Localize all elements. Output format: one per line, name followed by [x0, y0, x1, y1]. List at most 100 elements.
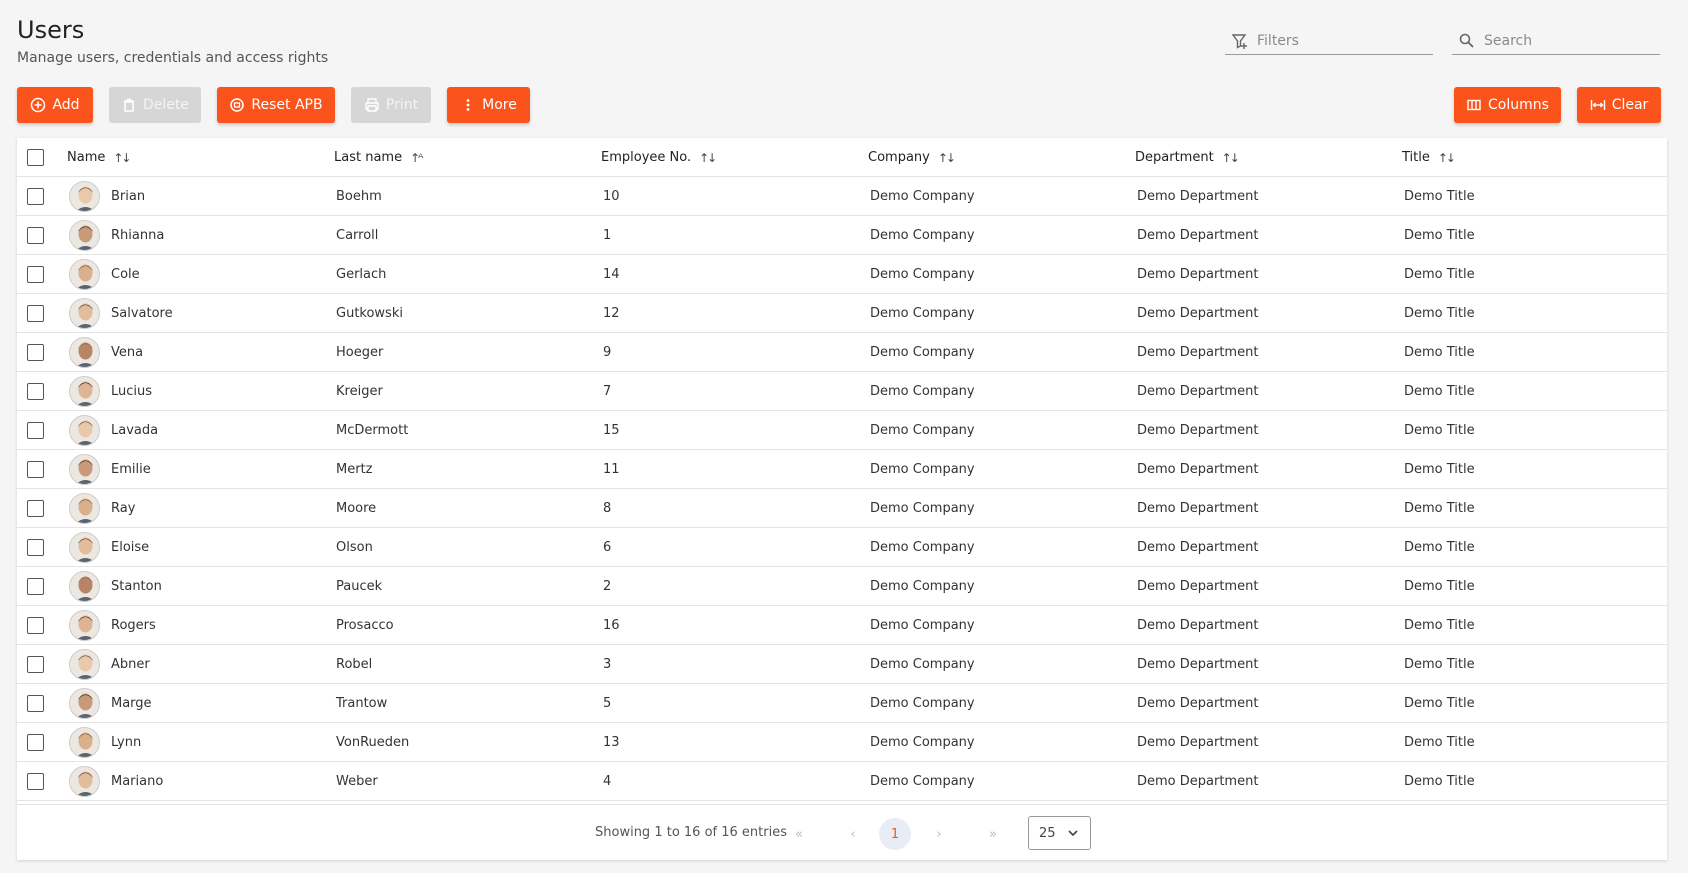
- cell-department: Demo Department: [1137, 774, 1259, 789]
- entries-summary: Showing 1 to 16 of 16 entries: [595, 825, 787, 840]
- avatar: [69, 688, 100, 719]
- table-row[interactable]: Cole Gerlach 14 Demo Company Demo Department…: [17, 255, 1667, 294]
- cell-title: Demo Title: [1404, 579, 1475, 594]
- sort-ascending-icon: ↑ᴬ: [410, 150, 423, 165]
- cell-last-name: Hoeger: [336, 345, 384, 360]
- sort-icon: ↑↓: [1221, 150, 1240, 165]
- row-checkbox[interactable]: [27, 500, 44, 517]
- avatar: [69, 415, 100, 446]
- table-row[interactable]: Stanton Paucek 2 Demo Company Demo Departmen…: [17, 567, 1667, 606]
- column-header-label: Department: [1135, 150, 1214, 165]
- column-header-name[interactable]: Name ↑↓: [67, 138, 131, 177]
- reset-apb-button[interactable]: Reset APB: [217, 87, 335, 123]
- row-checkbox[interactable]: [27, 773, 44, 790]
- table-row[interactable]: Ray Moore 8 Demo Company Demo Department Demo…: [17, 489, 1667, 528]
- printer-icon: [365, 98, 379, 112]
- cell-last-name: Moore: [336, 501, 377, 516]
- cell-department: Demo Department: [1137, 501, 1259, 516]
- cell-title: Demo Title: [1404, 657, 1475, 672]
- filters-field[interactable]: [1225, 27, 1433, 55]
- cell-title: Demo Title: [1404, 540, 1475, 555]
- column-header-last-name[interactable]: Last name ↑ᴬ: [334, 138, 423, 177]
- sort-icon: ↑↓: [113, 150, 131, 165]
- cell-first-name: Stanton: [111, 579, 162, 594]
- row-checkbox[interactable]: [27, 695, 44, 712]
- column-header-title[interactable]: Title ↑↓: [1402, 138, 1456, 177]
- filters-input[interactable]: [1257, 32, 1427, 49]
- row-checkbox[interactable]: [27, 227, 44, 244]
- table-row[interactable]: Vena Hoeger 9 Demo Company Demo Department De…: [17, 333, 1667, 372]
- cell-employee-no: 7: [603, 384, 612, 399]
- row-checkbox[interactable]: [27, 734, 44, 751]
- sort-icon: ↑↓: [699, 150, 717, 165]
- page-size-select[interactable]: 25: [1028, 816, 1091, 850]
- delete-button[interactable]: Delete: [109, 87, 201, 123]
- page-size-value: 25: [1039, 825, 1056, 841]
- cell-department: Demo Department: [1137, 345, 1259, 360]
- cell-last-name: Carroll: [336, 228, 379, 243]
- table-row[interactable]: Lucius Kreiger 7 Demo Company Demo Departmen…: [17, 372, 1667, 411]
- select-all-checkbox[interactable]: [27, 149, 44, 166]
- cell-last-name: Trantow: [336, 696, 388, 711]
- table-row[interactable]: Emilie Mertz 11 Demo Company Demo Department…: [17, 450, 1667, 489]
- table-row[interactable]: Rogers Prosacco 16 Demo Company Demo Departm…: [17, 606, 1667, 645]
- clear-button[interactable]: Clear: [1577, 87, 1661, 123]
- row-checkbox[interactable]: [27, 422, 44, 439]
- next-page-button[interactable]: ›: [923, 818, 955, 850]
- table-row[interactable]: Rhianna Carroll 1 Demo Company Demo Departme…: [17, 216, 1667, 255]
- column-header-employee-no[interactable]: Employee No. ↑↓: [601, 138, 717, 177]
- table-row[interactable]: Mariano Weber 4 Demo Company Demo Department…: [17, 762, 1667, 801]
- table-row[interactable]: Abner Robel 3 Demo Company Demo Department De…: [17, 645, 1667, 684]
- cell-last-name: VonRueden: [336, 735, 410, 750]
- cell-first-name: Lucius: [111, 384, 153, 399]
- row-checkbox[interactable]: [27, 344, 44, 361]
- last-page-button[interactable]: »: [977, 818, 1009, 850]
- row-checkbox[interactable]: [27, 305, 44, 322]
- table-row[interactable]: Salvatore Gutkowski 12 Demo Company Demo Dep…: [17, 294, 1667, 333]
- avatar: [69, 298, 100, 329]
- columns-button[interactable]: Columns: [1454, 87, 1561, 123]
- avatar: [69, 610, 100, 641]
- search-input[interactable]: [1484, 32, 1654, 49]
- row-checkbox[interactable]: [27, 383, 44, 400]
- row-checkbox[interactable]: [27, 578, 44, 595]
- trash-icon: [124, 98, 134, 112]
- cell-employee-no: 15: [603, 423, 620, 438]
- cell-last-name: Mertz: [336, 462, 373, 477]
- column-header-label: Employee No.: [601, 150, 692, 165]
- cell-department: Demo Department: [1137, 189, 1259, 204]
- row-checkbox[interactable]: [27, 188, 44, 205]
- row-checkbox[interactable]: [27, 266, 44, 283]
- row-checkbox[interactable]: [27, 539, 44, 556]
- cell-department: Demo Department: [1137, 306, 1259, 321]
- clear-button-label: Clear: [1611, 97, 1649, 113]
- cell-department: Demo Department: [1137, 423, 1259, 438]
- row-checkbox[interactable]: [27, 656, 44, 673]
- row-checkbox[interactable]: [27, 617, 44, 634]
- prev-page-button[interactable]: ‹: [837, 818, 869, 850]
- cell-company: Demo Company: [870, 306, 975, 321]
- avatar: [69, 493, 100, 524]
- add-button[interactable]: Add: [17, 87, 93, 123]
- cell-department: Demo Department: [1137, 696, 1259, 711]
- avatar: [69, 766, 100, 797]
- more-button[interactable]: More: [447, 87, 530, 123]
- avatar: [69, 259, 100, 290]
- column-header-company[interactable]: Company ↑↓: [868, 138, 956, 177]
- table-row[interactable]: Lynn VonRueden 13 Demo Company Demo Departme…: [17, 723, 1667, 762]
- reset-apb-button-label: Reset APB: [251, 97, 323, 113]
- cell-title: Demo Title: [1404, 618, 1475, 633]
- table-row[interactable]: Eloise Olson 6 Demo Company Demo Department D…: [17, 528, 1667, 567]
- filter-plus-icon: [1231, 32, 1249, 50]
- table-row[interactable]: Brian Boehm 10 Demo Company Demo Department D…: [17, 177, 1667, 216]
- search-field[interactable]: [1452, 27, 1660, 55]
- first-page-button[interactable]: «: [783, 818, 815, 850]
- column-header-department[interactable]: Department ↑↓: [1135, 138, 1240, 177]
- page-button-current[interactable]: 1: [879, 818, 911, 850]
- print-button[interactable]: Print: [351, 87, 431, 123]
- table-row[interactable]: Marge Trantow 5 Demo Company Demo Department…: [17, 684, 1667, 723]
- row-checkbox[interactable]: [27, 461, 44, 478]
- table-row[interactable]: Lavada McDermott 15 Demo Company Demo Depart…: [17, 411, 1667, 450]
- cell-department: Demo Department: [1137, 540, 1259, 555]
- cell-company: Demo Company: [870, 501, 975, 516]
